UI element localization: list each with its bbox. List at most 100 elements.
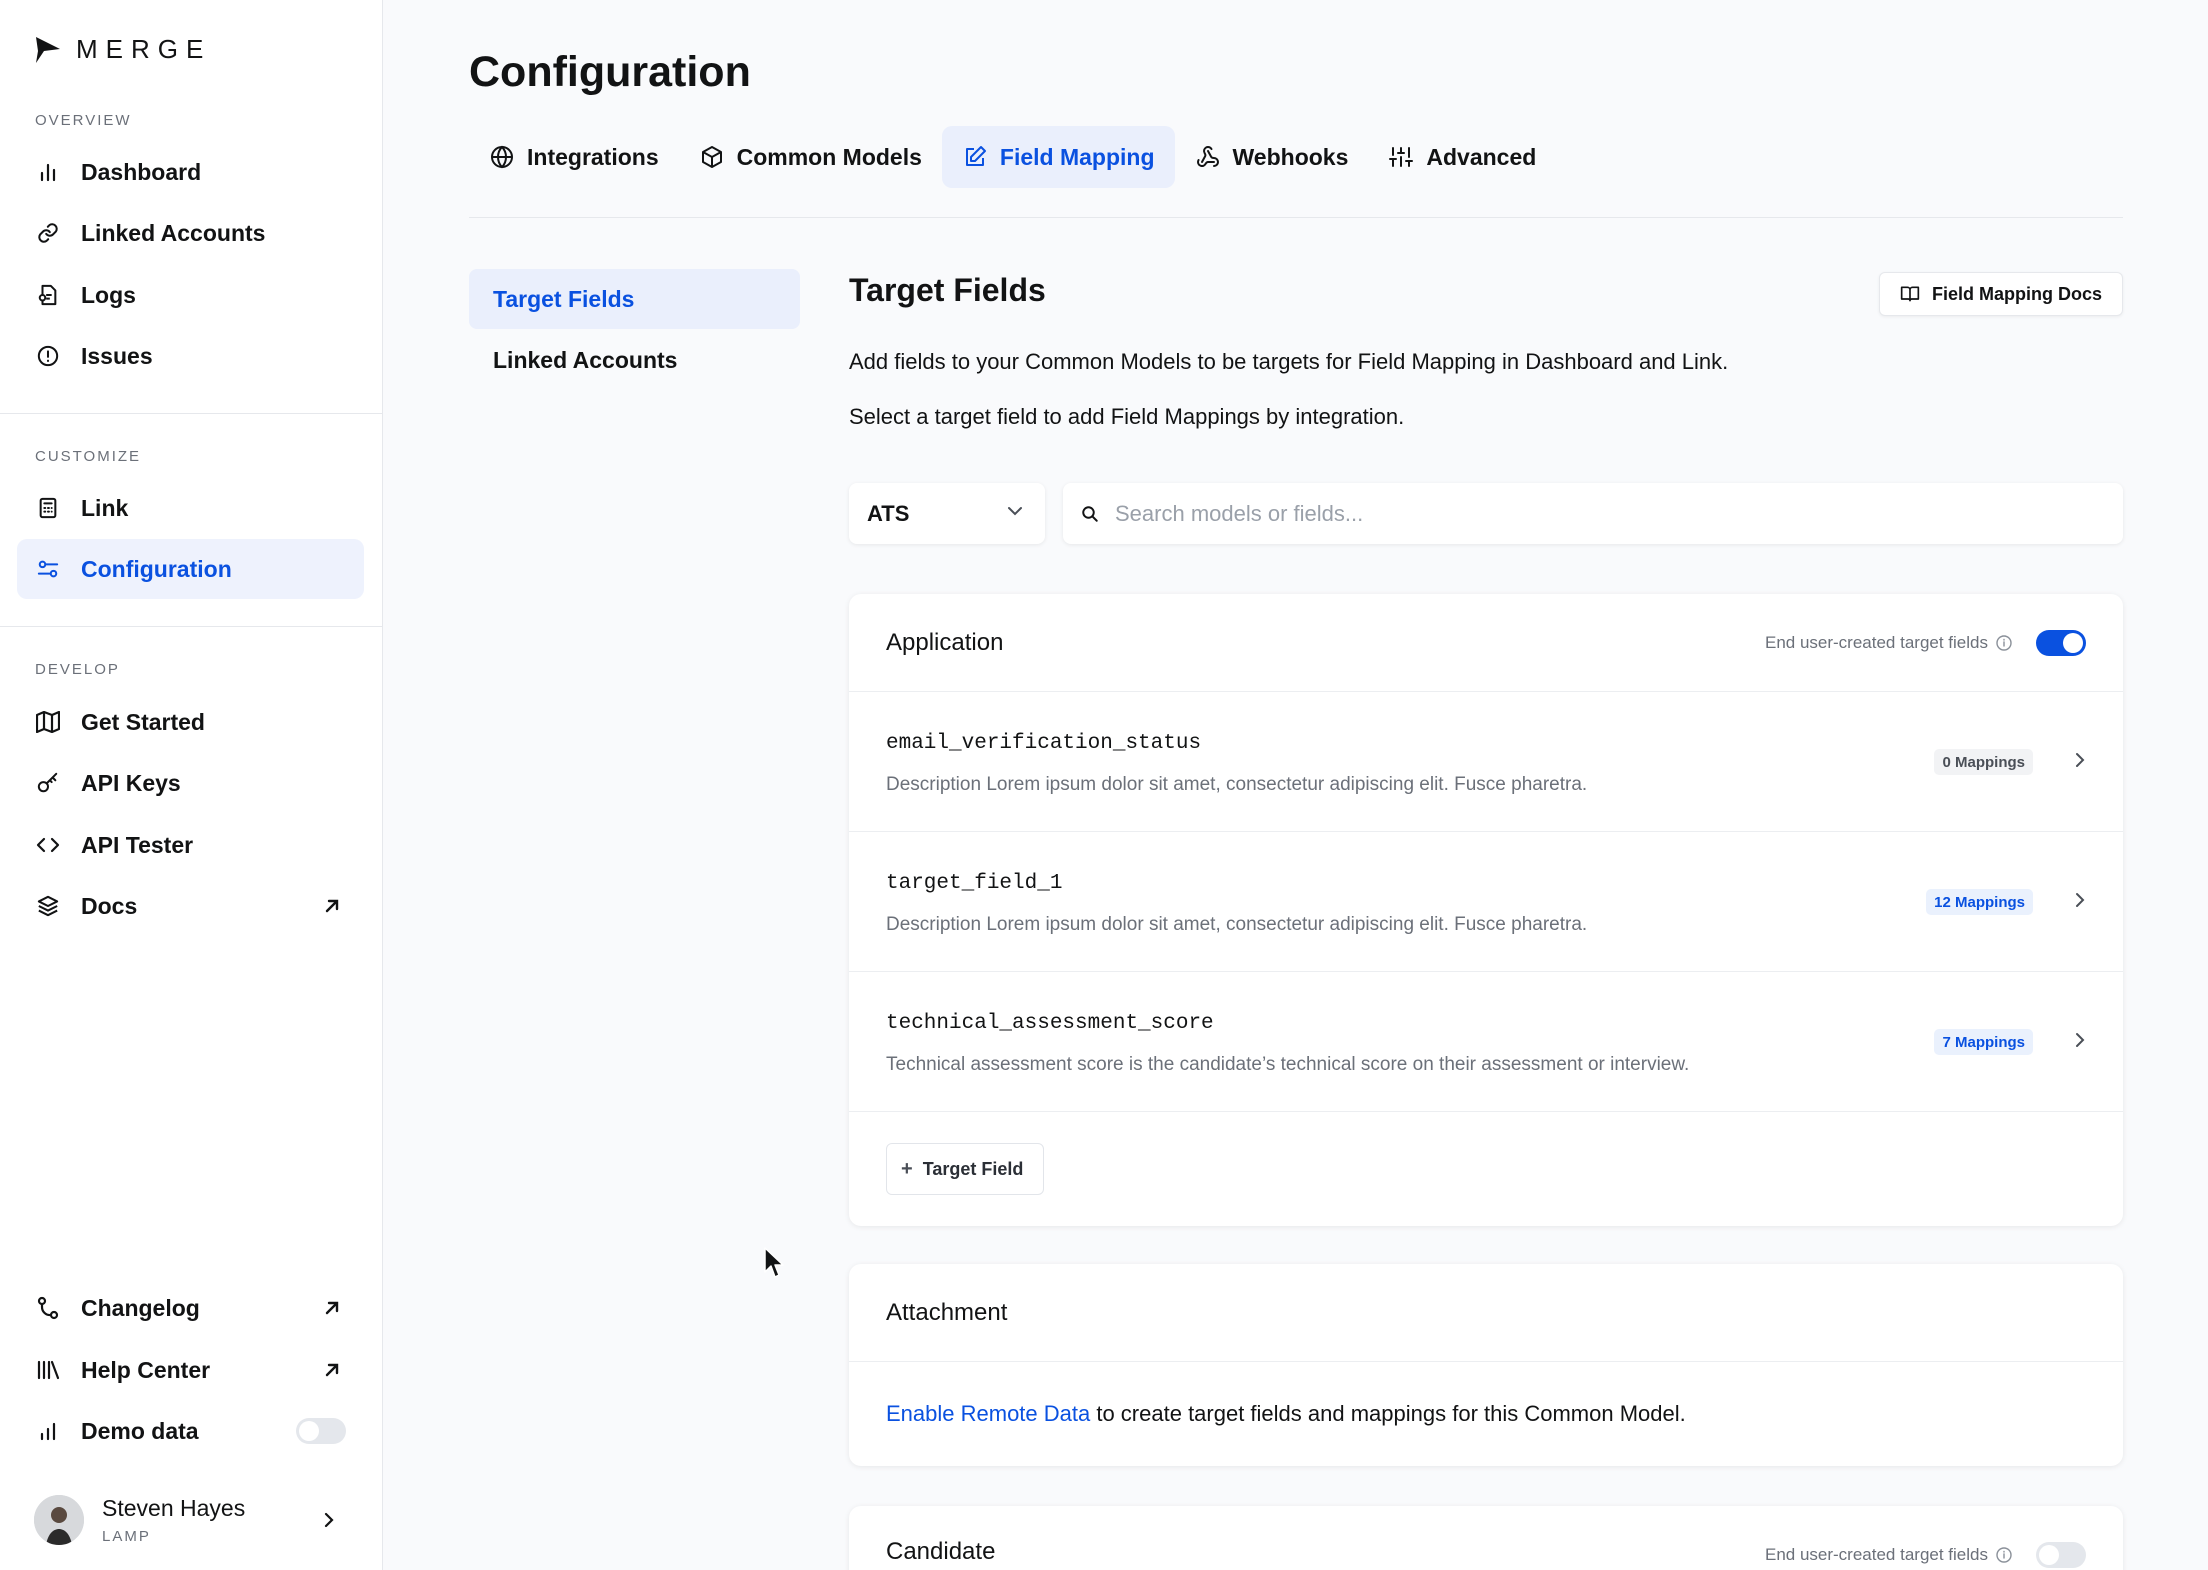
info-icon[interactable] xyxy=(1996,1547,2012,1563)
option-label: End user-created target fields xyxy=(1764,633,1988,652)
description-line-1: Add fields to your Common Models to be t… xyxy=(849,349,1729,374)
subnav-linked-accounts[interactable]: Linked Accounts xyxy=(469,330,800,390)
tab-webhooks[interactable]: Webhooks xyxy=(1175,126,1369,188)
cube-icon xyxy=(699,144,725,170)
enable-remote-data-link[interactable]: Enable Remote Data xyxy=(886,1401,1090,1427)
info-icon[interactable] xyxy=(1996,635,2012,651)
search-icon xyxy=(1082,505,1098,522)
section-label-develop: DEVELOP xyxy=(35,661,120,678)
sidebar-item-issues[interactable]: Issues xyxy=(17,326,364,386)
section-label-overview: OVERVIEW xyxy=(35,112,132,129)
target-field-row[interactable]: email_verification_status Description Lo… xyxy=(849,692,2123,832)
search-input[interactable] xyxy=(1115,500,2015,527)
add-target-field-button[interactable]: + Target Field xyxy=(886,1143,1045,1195)
target-field-row[interactable]: target_field_1 Description Lorem ipsum d… xyxy=(849,832,2123,972)
sidebar-item-label: Issues xyxy=(81,342,153,369)
docs-button-label: Field Mapping Docs xyxy=(1931,283,2102,304)
sidebar-item-label: Demo data xyxy=(81,1417,199,1444)
tabs-divider xyxy=(469,217,2123,218)
card-header: Attachment xyxy=(849,1264,2123,1362)
plus-icon: + xyxy=(901,1157,913,1180)
sidebar-item-label: Configuration xyxy=(81,555,232,582)
sidebar-item-api-tester[interactable]: API Tester xyxy=(17,815,364,875)
category-select[interactable]: ATS xyxy=(849,483,1045,544)
sidebar-item-api-keys[interactable]: API Keys xyxy=(17,753,364,813)
card-header: Application End user-created target fiel… xyxy=(849,594,2123,692)
sidebar-item-logs[interactable]: Logs xyxy=(17,265,364,325)
subnav-target-fields[interactable]: Target Fields xyxy=(469,269,800,329)
option-label: End user-created target fields xyxy=(1764,1545,1988,1564)
target-field-row[interactable]: technical_assessment_score Technical ass… xyxy=(849,972,2123,1112)
category-select-value: ATS xyxy=(867,500,910,526)
sidebar-item-dashboard[interactable]: Dashboard xyxy=(17,142,364,202)
field-description: Technical assessment score is the candid… xyxy=(886,1054,1690,1075)
section-label-customize: CUSTOMIZE xyxy=(35,448,142,465)
remote-data-notice-text: to create target fields and mappings for… xyxy=(1090,1401,1686,1426)
field-description: Description Lorem ipsum dolor sit amet, … xyxy=(886,914,1588,935)
sidebar-divider xyxy=(0,626,383,627)
sidebar-item-changelog[interactable]: Changelog xyxy=(17,1278,364,1338)
search-field[interactable] xyxy=(1063,483,2123,544)
globe-icon xyxy=(489,144,515,170)
tab-label: Webhooks xyxy=(1232,143,1349,170)
avatar xyxy=(34,1495,84,1545)
external-link-icon xyxy=(325,1301,339,1315)
tab-integrations[interactable]: Integrations xyxy=(469,126,679,188)
user-name: Steven Hayes xyxy=(102,1495,246,1521)
chevron-down-icon xyxy=(1008,507,1022,516)
external-link-icon xyxy=(325,899,339,913)
edit-icon xyxy=(962,144,988,170)
model-card-attachment: Attachment Enable Remote Data to create … xyxy=(849,1264,2123,1466)
alert-circle-icon xyxy=(35,343,61,369)
link-icon xyxy=(35,220,61,246)
brand-name: MERGE xyxy=(76,34,212,64)
sidebar: MERGE OVERVIEW Dashboard Linked Accounts… xyxy=(0,0,383,1570)
map-icon xyxy=(35,709,61,735)
tab-field-mapping[interactable]: Field Mapping xyxy=(941,126,1175,188)
field-description: Description Lorem ipsum dolor sit amet, … xyxy=(886,774,1588,795)
field-name: email_verification_status xyxy=(886,732,1202,755)
calculator-icon xyxy=(35,495,61,521)
sidebar-item-docs[interactable]: Docs xyxy=(17,876,364,936)
merge-logo-icon xyxy=(36,36,60,63)
user-menu[interactable]: Steven Hayes LAMP xyxy=(34,1490,354,1550)
end-user-target-fields-toggle[interactable] xyxy=(2036,630,2086,656)
sidebar-item-get-started[interactable]: Get Started xyxy=(17,692,364,752)
tab-advanced[interactable]: Advanced xyxy=(1368,126,1556,188)
sliders-icon xyxy=(35,556,61,582)
sidebar-item-label: Link xyxy=(81,494,129,521)
end-user-target-fields-option: End user-created target fields xyxy=(1765,1542,2086,1568)
end-user-target-fields-toggle[interactable] xyxy=(2036,1542,2086,1568)
field-mapping-docs-button[interactable]: Field Mapping Docs xyxy=(1879,272,2123,316)
card-header: Candidate End user-created target fields xyxy=(849,1506,2123,1570)
sidebar-item-label: Help Center xyxy=(81,1356,211,1383)
tab-common-models[interactable]: Common Models xyxy=(679,126,942,188)
merge-logo[interactable]: MERGE xyxy=(34,34,211,65)
remote-data-notice: Enable Remote Data to create target fiel… xyxy=(849,1362,2123,1466)
tab-label: Integrations xyxy=(527,143,659,170)
add-button-label: Target Field xyxy=(922,1158,1024,1179)
sidebar-item-link[interactable]: Link xyxy=(17,478,364,538)
sidebar-item-configuration[interactable]: Configuration xyxy=(17,539,364,599)
demo-data-toggle[interactable] xyxy=(296,1418,346,1444)
sidebar-item-label: Linked Accounts xyxy=(81,219,266,246)
sidebar-item-linked-accounts[interactable]: Linked Accounts xyxy=(17,203,364,263)
user-org: LAMP xyxy=(102,1528,151,1545)
chevron-right-icon xyxy=(324,1512,334,1528)
mappings-badge: 0 Mappings xyxy=(1934,749,2033,775)
chevron-right-icon xyxy=(2076,753,2085,767)
webhook-icon xyxy=(1195,144,1221,170)
library-icon xyxy=(35,1357,61,1383)
external-link-icon xyxy=(325,1363,339,1377)
key-icon xyxy=(35,770,61,796)
sidebar-item-label: Get Started xyxy=(81,708,205,735)
field-name: target_field_1 xyxy=(886,872,1063,895)
chevron-right-icon xyxy=(2076,1033,2085,1047)
bar-chart-icon xyxy=(35,159,61,185)
sidebar-item-help-center[interactable]: Help Center xyxy=(17,1340,364,1400)
sidebar-item-label: Docs xyxy=(81,892,138,919)
tab-label: Advanced xyxy=(1426,143,1537,170)
field-name: technical_assessment_score xyxy=(886,1012,1214,1035)
sliders-vertical-icon xyxy=(1388,144,1414,170)
layers-icon xyxy=(35,893,61,919)
